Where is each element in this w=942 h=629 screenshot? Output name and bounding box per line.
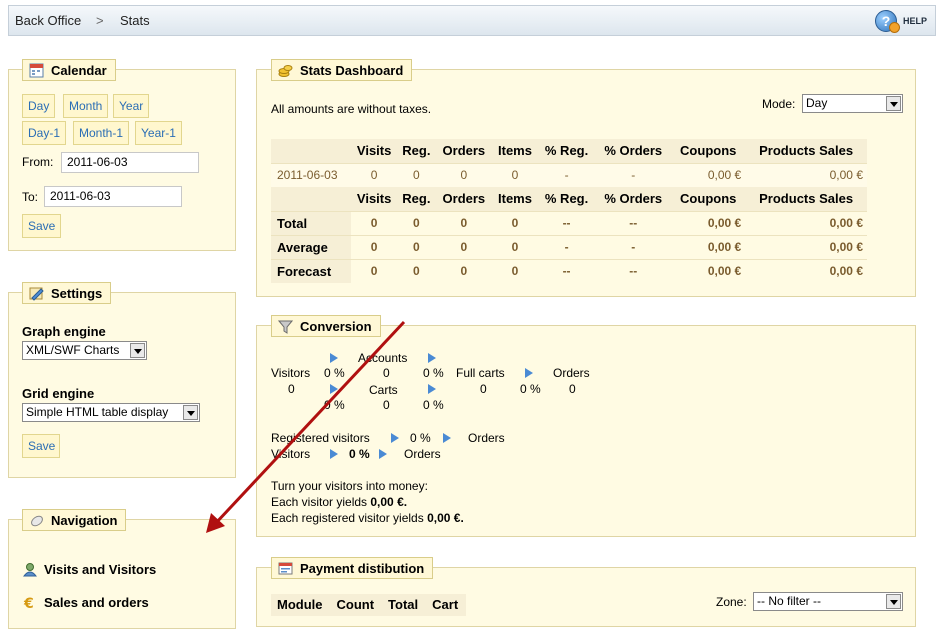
annotation-arrow-line	[213, 320, 406, 526]
annotation-arrow	[206, 320, 406, 533]
